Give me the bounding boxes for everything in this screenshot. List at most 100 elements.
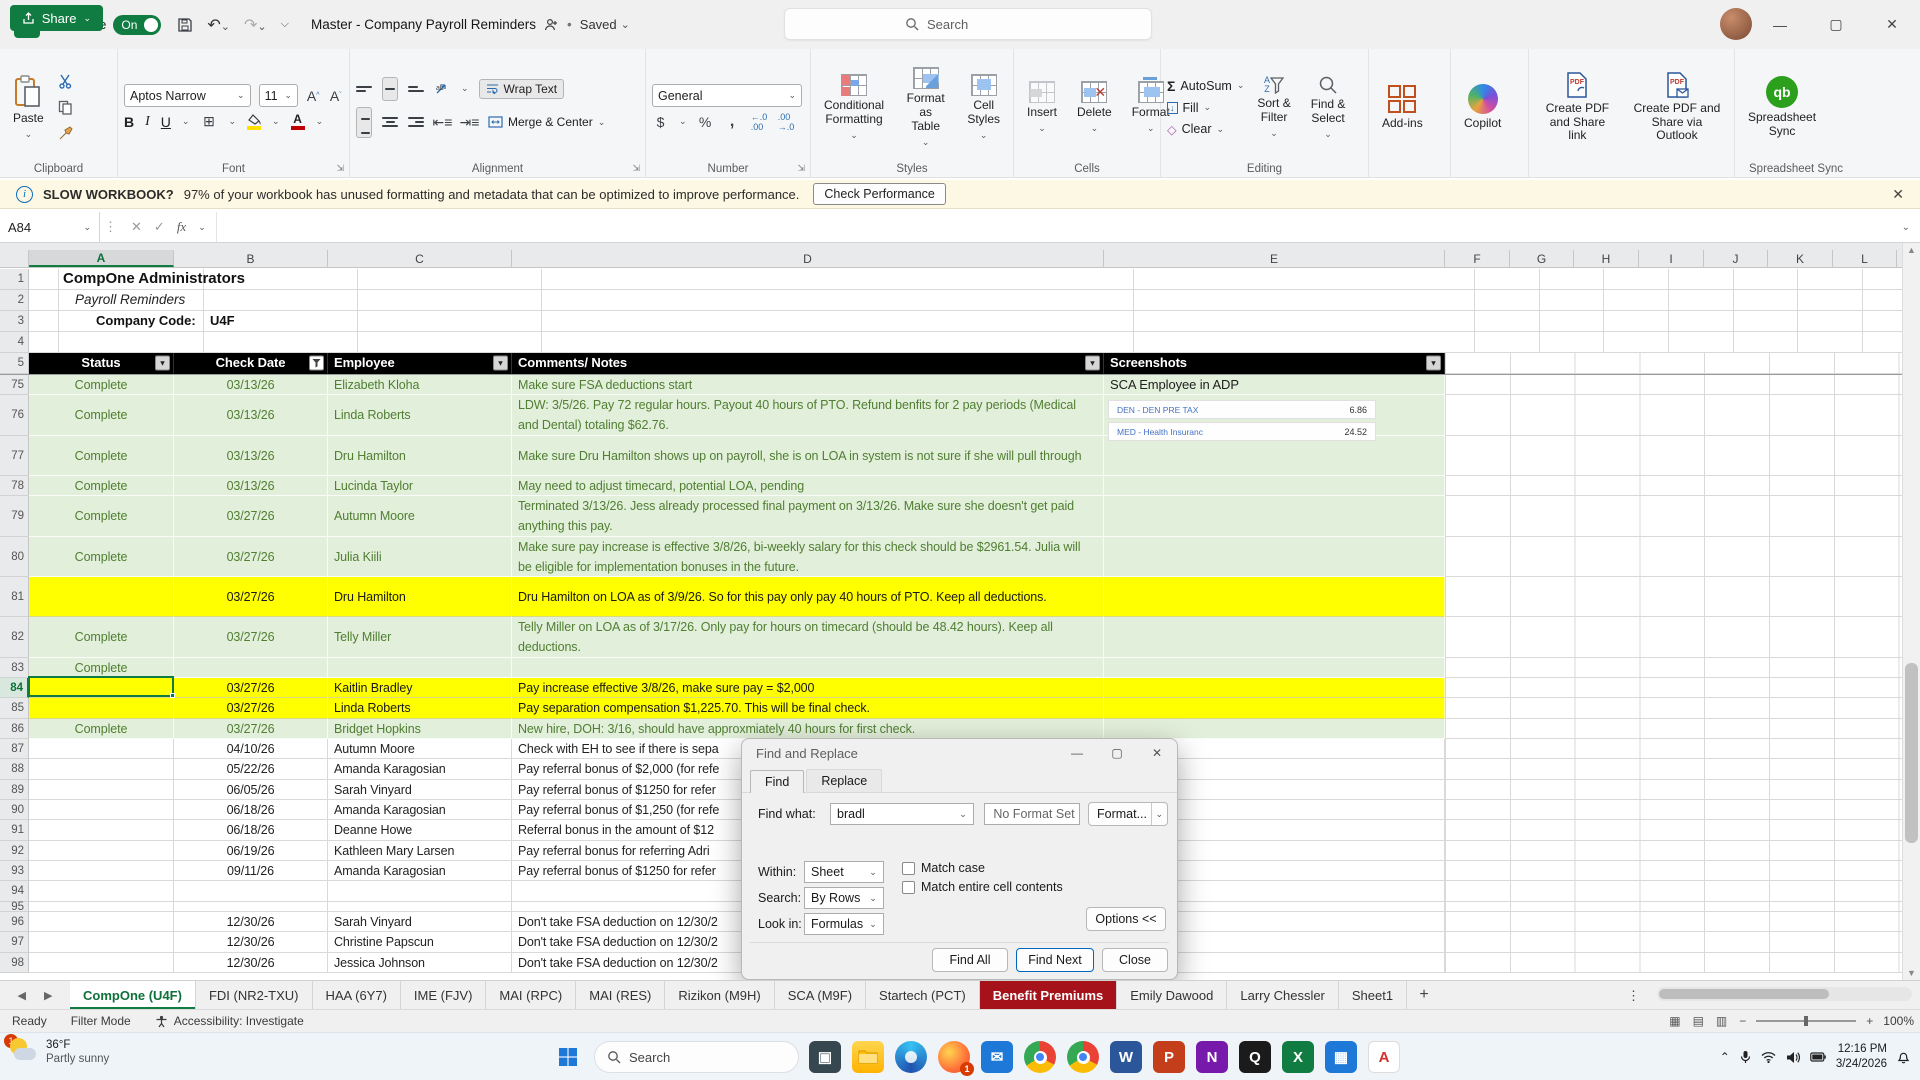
- cell-status[interactable]: Complete: [29, 537, 174, 577]
- percent-style-icon[interactable]: %: [697, 113, 714, 130]
- mail-app-icon[interactable]: ✉: [981, 1041, 1013, 1073]
- weather-widget[interactable]: 1 36°FPartly sunny: [4, 1034, 109, 1067]
- cell-check-date[interactable]: 09/11/26: [174, 861, 328, 881]
- row-header-2[interactable]: 2: [0, 290, 29, 311]
- cell-employee[interactable]: Kaitlin Bradley: [328, 678, 512, 698]
- cell-comment[interactable]: Pay increase effective 3/8/26, make sure…: [512, 678, 1104, 698]
- saved-status[interactable]: Saved ⌄: [580, 17, 630, 32]
- start-button[interactable]: [552, 1041, 584, 1073]
- cell-check-date[interactable]: 03/27/26: [174, 577, 328, 617]
- column-header-I[interactable]: I: [1639, 250, 1704, 267]
- cell-check-date[interactable]: 03/27/26: [174, 617, 328, 658]
- conditional-formatting-button[interactable]: Conditional Formatting ⌄: [817, 72, 891, 142]
- merge-center-button[interactable]: Merge & Center ⌄: [488, 115, 605, 129]
- paste-button[interactable]: Paste ⌄: [6, 73, 51, 141]
- microphone-icon[interactable]: [1740, 1050, 1751, 1064]
- column-header-C[interactable]: C: [328, 250, 512, 267]
- minimize-button[interactable]: —: [1752, 0, 1808, 49]
- cell-check-date[interactable]: 03/13/26: [174, 375, 328, 395]
- cell-check-date[interactable]: 06/05/26: [174, 780, 328, 800]
- check-performance-button[interactable]: Check Performance: [813, 183, 946, 205]
- cell-employee[interactable]: Jessica Johnson: [328, 953, 512, 973]
- battery-icon[interactable]: [1810, 1052, 1826, 1062]
- format-painter-icon[interactable]: [57, 125, 74, 142]
- sheet-tab-sca-m9f-[interactable]: SCA (M9F): [775, 981, 867, 1009]
- row-header-95[interactable]: 95: [0, 901, 29, 913]
- row-header-85[interactable]: 85: [0, 698, 29, 719]
- cut-icon[interactable]: [57, 73, 74, 90]
- search-select[interactable]: By Rows ⌄: [804, 887, 884, 909]
- close-button[interactable]: ✕: [1864, 0, 1920, 49]
- row-header-87[interactable]: 87: [0, 739, 29, 759]
- row-header-88[interactable]: 88: [0, 759, 29, 780]
- copy-icon[interactable]: [57, 99, 74, 116]
- cell-status[interactable]: [29, 698, 174, 719]
- cell-screenshot[interactable]: [1104, 476, 1445, 496]
- title-search-box[interactable]: Search: [784, 8, 1152, 40]
- number-format-select[interactable]: General ⌄: [652, 84, 802, 107]
- cell-employee[interactable]: Christine Papscun: [328, 932, 512, 953]
- cell-status[interactable]: [29, 932, 174, 953]
- cell-employee[interactable]: Amanda Karagosian: [328, 800, 512, 820]
- match-entire-checkbox[interactable]: Match entire cell contents: [902, 880, 1063, 894]
- cell-status[interactable]: [29, 759, 174, 780]
- redo-button[interactable]: ↷⌄: [244, 15, 267, 35]
- cell-employee[interactable]: Amanda Karagosian: [328, 759, 512, 780]
- font-size-select[interactable]: 11 ⌄: [258, 84, 298, 107]
- cell-check-date[interactable]: 12/30/26: [174, 912, 328, 932]
- align-top-icon[interactable]: [356, 85, 372, 92]
- edge-icon[interactable]: [895, 1041, 927, 1073]
- find-next-button[interactable]: Find Next: [1016, 948, 1094, 972]
- normal-view-icon[interactable]: ▦: [1669, 1014, 1682, 1028]
- wrap-text-button[interactable]: Wrap Text: [478, 78, 565, 99]
- dialog-minimize-icon[interactable]: —: [1057, 739, 1097, 767]
- cell-employee[interactable]: Dru Hamilton: [328, 436, 512, 476]
- scroll-up-icon[interactable]: ▲: [1903, 245, 1920, 255]
- column-header-F[interactable]: F: [1445, 250, 1510, 267]
- format-as-table-button[interactable]: Format as Table ⌄: [897, 65, 954, 149]
- cell-check-date[interactable]: 05/22/26: [174, 759, 328, 780]
- share-people-icon[interactable]: [544, 18, 559, 31]
- align-left-icon[interactable]: [356, 106, 372, 138]
- decrease-indent-icon[interactable]: ⇤≡: [433, 114, 453, 131]
- cell-screenshot[interactable]: [1104, 617, 1445, 658]
- cell-check-date[interactable]: 03/13/26: [174, 395, 328, 436]
- cell-check-date[interactable]: 04/10/26: [174, 739, 328, 759]
- powerpoint-icon[interactable]: P: [1153, 1041, 1185, 1073]
- tab-scroll-left-icon[interactable]: ◀: [18, 989, 26, 1002]
- cell-status[interactable]: [29, 678, 174, 698]
- cell-comment[interactable]: LDW: 3/5/26. Pay 72 regular hours. Payou…: [512, 395, 1104, 436]
- cell-comment[interactable]: Terminated 3/13/26. Jess already process…: [512, 496, 1104, 537]
- volume-icon[interactable]: [1786, 1051, 1800, 1064]
- sheet-tab-fdi-nr2-txu-[interactable]: FDI (NR2-TXU): [196, 981, 313, 1009]
- row-header-75[interactable]: 75: [0, 375, 29, 395]
- column-header-E[interactable]: E: [1104, 250, 1445, 267]
- cell-check-date[interactable]: 03/27/26: [174, 537, 328, 577]
- filter-button-screenshots[interactable]: ▾: [1426, 355, 1441, 371]
- cell-employee[interactable]: Deanne Howe: [328, 820, 512, 841]
- share-button[interactable]: Share ⌄: [9, 5, 103, 31]
- cell-status[interactable]: [29, 800, 174, 820]
- cell-comment[interactable]: May need to adjust timecard, potential L…: [512, 476, 1104, 496]
- row-header-84[interactable]: 84: [0, 678, 29, 698]
- cell-employee[interactable]: Julia Kiili: [328, 537, 512, 577]
- cell-status[interactable]: [29, 739, 174, 759]
- cell-check-date[interactable]: [174, 902, 328, 912]
- cell-comment[interactable]: Dru Hamilton on LOA as of 3/9/26. So for…: [512, 577, 1104, 617]
- cell-screenshot[interactable]: [1104, 537, 1445, 577]
- column-header-H[interactable]: H: [1574, 250, 1639, 267]
- cell-comment[interactable]: [512, 658, 1104, 678]
- row-header-79[interactable]: 79: [0, 496, 29, 537]
- zoom-slider[interactable]: [1756, 1016, 1857, 1026]
- accounting-format-icon[interactable]: $: [652, 113, 669, 130]
- cell-check-date[interactable]: 03/13/26: [174, 436, 328, 476]
- cell-check-date[interactable]: 03/27/26: [174, 496, 328, 537]
- cell-employee[interactable]: Dru Hamilton: [328, 577, 512, 617]
- name-box[interactable]: A84 ⌄: [0, 212, 100, 242]
- clear-button[interactable]: ◇ Clear ⌄: [1167, 122, 1244, 137]
- close-button-dialog[interactable]: Close: [1102, 948, 1168, 972]
- italic-button[interactable]: I: [145, 114, 150, 130]
- comma-style-icon[interactable]: ,: [724, 113, 741, 130]
- zoom-out-icon[interactable]: −: [1739, 1014, 1746, 1028]
- cell-status[interactable]: Complete: [29, 719, 174, 739]
